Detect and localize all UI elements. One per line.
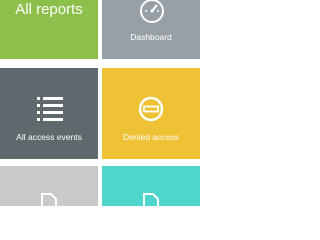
denied-access-label: Denied access xyxy=(123,132,179,142)
speedometer-icon xyxy=(137,0,167,31)
list-icon xyxy=(35,95,65,126)
denied-access-tile[interactable]: Denied access xyxy=(102,68,200,159)
all-access-events-tile[interactable]: All access events xyxy=(0,68,98,159)
all-access-events-label: All access events xyxy=(16,132,82,142)
report-tile-6[interactable] xyxy=(102,166,200,206)
report-tile-5[interactable] xyxy=(0,166,98,206)
document-icon xyxy=(40,192,58,206)
dashboard-tile[interactable]: Dashboard xyxy=(102,0,200,59)
dashboard-label: Dashboard xyxy=(130,32,172,42)
all-reports-tile[interactable]: All reports xyxy=(0,0,98,59)
document-icon xyxy=(142,192,160,206)
all-reports-label: All reports xyxy=(15,1,83,18)
minus-circle-icon xyxy=(137,95,165,128)
